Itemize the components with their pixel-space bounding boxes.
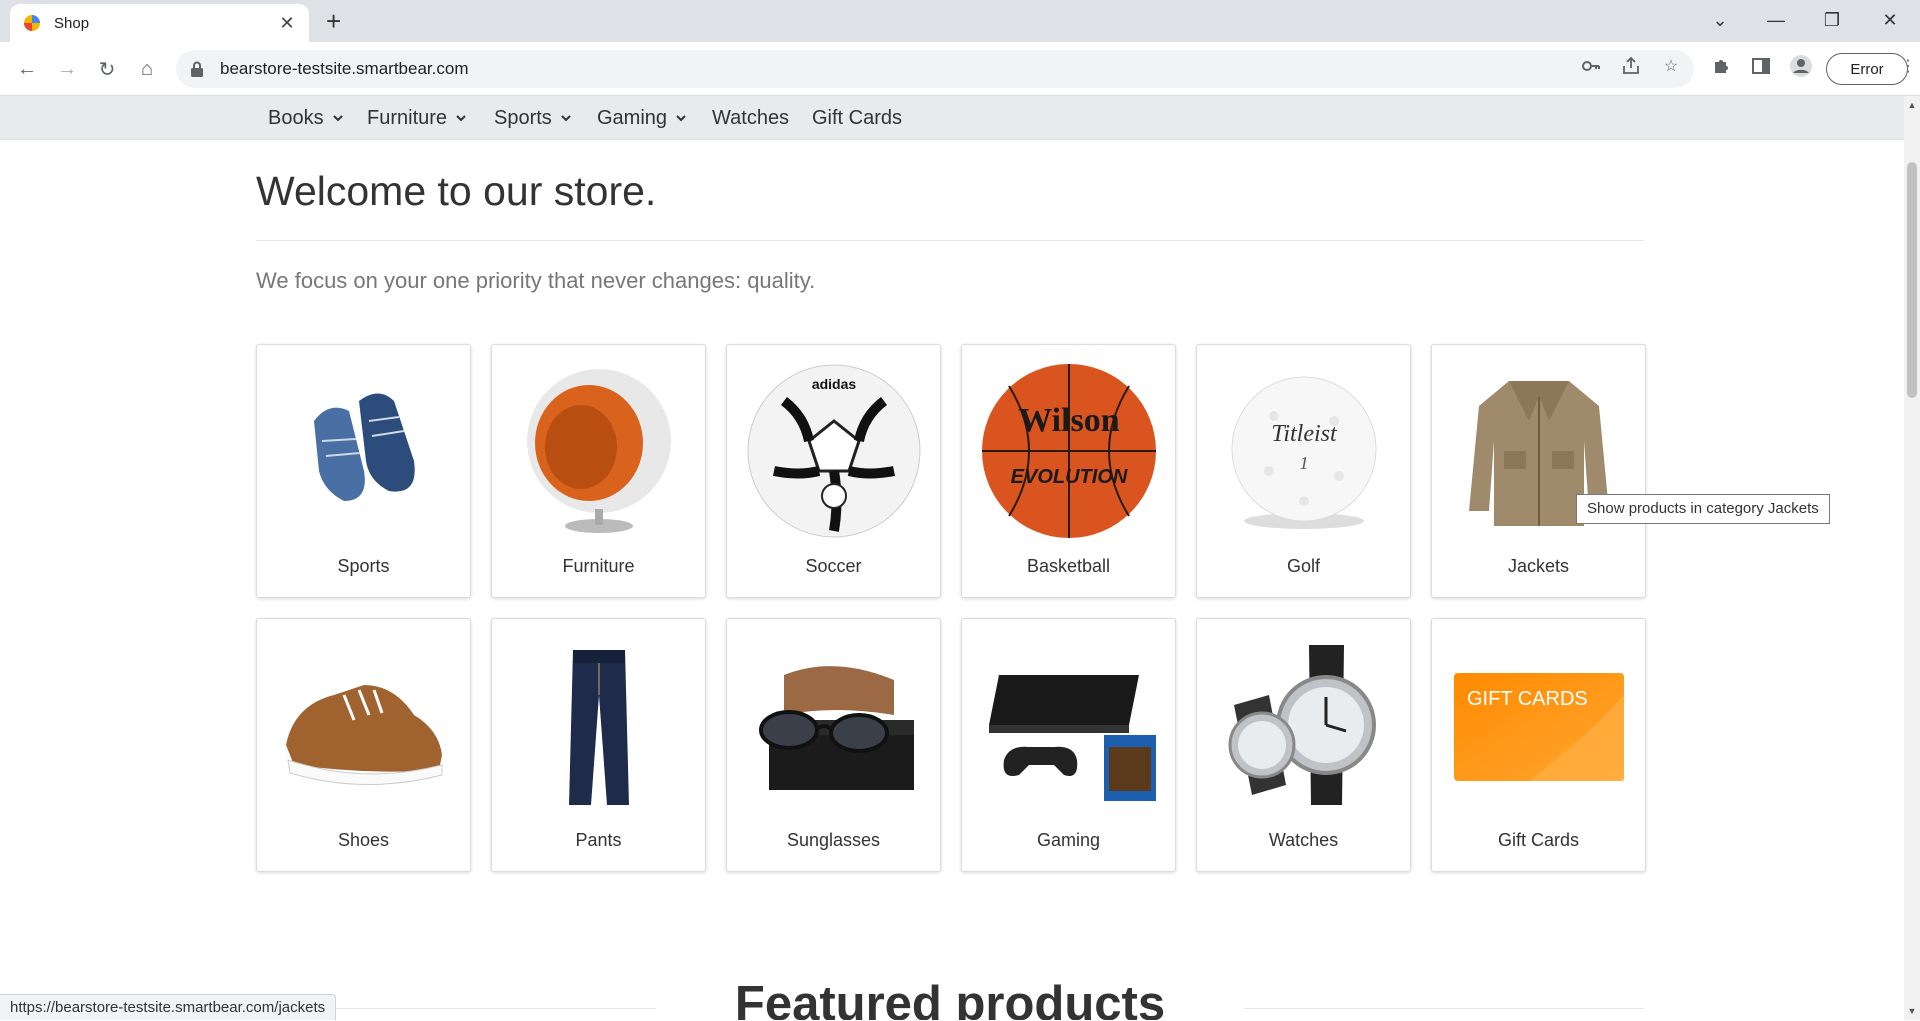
category-label: Watches xyxy=(1268,830,1339,850)
tab-title: Shop xyxy=(54,14,90,32)
category-label: Shoes xyxy=(337,830,390,850)
category-label: Golf xyxy=(1286,556,1320,576)
status-bar-url: https://bearstore-testsite.smartbear.com… xyxy=(0,994,337,1020)
key-icon[interactable] xyxy=(1576,51,1606,81)
category-label: Gift Cards xyxy=(1497,830,1580,850)
profile-avatar-icon[interactable] xyxy=(1786,51,1816,81)
category-nav-bar: Books Furniture Sports Gaming Watches Gi… xyxy=(0,96,1904,140)
home-icon[interactable]: ⌂ xyxy=(134,56,160,82)
bookmark-star-icon[interactable]: ☆ xyxy=(1656,51,1686,81)
tagline: We focus on your one priority that never… xyxy=(256,268,816,293)
scroll-down-icon[interactable]: ▼ xyxy=(1907,1006,1917,1016)
nav-item-gift-cards[interactable]: Gift Cards xyxy=(812,96,902,140)
browser-toolbar: ← → ↻ ⌂ bearstore-testsite.smartbear.com… xyxy=(0,42,1920,96)
nav-item-gaming[interactable]: Gaming xyxy=(597,96,687,140)
nav-item-sports[interactable]: Sports xyxy=(494,96,572,140)
svg-text:Wilson: Wilson xyxy=(1018,402,1120,439)
nav-item-watches[interactable]: Watches xyxy=(712,96,789,140)
category-card-gaming[interactable]: Gaming xyxy=(961,618,1176,872)
category-label: Furniture xyxy=(562,556,635,576)
category-label: Basketball xyxy=(1026,556,1111,576)
console-image xyxy=(989,675,1156,801)
category-card-basketball[interactable]: Wilson EVOLUTION Basketball xyxy=(961,344,1176,598)
nav-label: Furniture xyxy=(367,107,448,129)
watches-image xyxy=(1228,645,1376,805)
nav-item-furniture[interactable]: Furniture xyxy=(367,96,467,140)
url-text: bearstore-testsite.smartbear.com xyxy=(220,59,469,78)
jeans-image xyxy=(569,650,629,805)
featured-products-heading: Featured products xyxy=(734,977,1166,1020)
category-label: Sports xyxy=(337,556,390,576)
category-card-golf[interactable]: Titleist 1 Golf xyxy=(1196,344,1411,598)
golf-ball-image: Titleist 1 xyxy=(1231,376,1377,529)
svg-text:EVOLUTION: EVOLUTION xyxy=(1011,466,1128,488)
page-scrollbar[interactable]: ▲ ▼ xyxy=(1904,96,1920,1020)
svg-text:adidas: adidas xyxy=(812,376,857,392)
category-label: Jackets xyxy=(1507,556,1570,576)
forward-icon[interactable]: → xyxy=(54,56,80,82)
extensions-puzzle-icon[interactable] xyxy=(1706,51,1736,81)
browser-tab-strip: Shop ✕ + ⌄ — ❐ ✕ xyxy=(0,0,1920,42)
nav-label: Gift Cards xyxy=(812,107,903,129)
gift-card-image: GIFT CARDS xyxy=(1454,673,1624,781)
svg-text:GIFT CARDS: GIFT CARDS xyxy=(1467,688,1588,710)
lock-icon xyxy=(191,61,203,77)
soccer-ball-image: adidas xyxy=(747,364,921,538)
site-favicon-icon xyxy=(24,15,40,31)
category-card-sunglasses[interactable]: Sunglasses xyxy=(726,618,941,872)
window-close-icon[interactable]: ✕ xyxy=(1870,6,1910,34)
category-card-pants[interactable]: Pants xyxy=(491,618,706,872)
scroll-up-icon[interactable]: ▲ xyxy=(1907,100,1917,110)
nav-label: Watches xyxy=(712,107,790,129)
category-card-watches[interactable]: Watches xyxy=(1196,618,1411,872)
chevron-down-icon xyxy=(332,115,343,122)
category-label: Soccer xyxy=(805,556,862,576)
share-icon[interactable] xyxy=(1616,51,1646,81)
sneakers-image xyxy=(314,393,415,501)
category-label: Gaming xyxy=(1036,830,1101,850)
category-card-jackets[interactable]: Jackets xyxy=(1431,344,1646,598)
page-title: Welcome to our store. xyxy=(256,168,657,214)
category-label: Pants xyxy=(575,830,622,850)
new-tab-icon[interactable]: + xyxy=(326,8,341,34)
nav-label: Sports xyxy=(494,107,552,129)
side-panel-icon[interactable] xyxy=(1746,51,1776,81)
reload-icon[interactable]: ↻ xyxy=(94,56,120,82)
profile-error-button[interactable]: Error xyxy=(1826,53,1908,85)
svg-text:Titleist: Titleist xyxy=(1271,421,1338,447)
category-card-shoes[interactable]: Shoes xyxy=(256,618,471,872)
back-icon[interactable]: ← xyxy=(14,56,40,82)
scrollbar-thumb[interactable] xyxy=(1907,162,1917,398)
page-viewport: Books Furniture Sports Gaming Watches Gi… xyxy=(0,96,1904,1020)
chevron-down-icon xyxy=(456,115,466,122)
ball-chair-image xyxy=(527,369,671,533)
nav-label: Books xyxy=(268,107,324,129)
category-tooltip: Show products in category Jackets xyxy=(1576,494,1830,524)
divider xyxy=(256,240,1644,241)
shoe-image xyxy=(286,685,443,786)
restore-icon[interactable]: ❐ xyxy=(1812,6,1852,34)
tab-search-icon[interactable]: ⌄ xyxy=(1700,6,1740,34)
address-bar[interactable]: bearstore-testsite.smartbear.com xyxy=(176,50,1694,88)
nav-label: Gaming xyxy=(597,107,668,129)
category-card-sports[interactable]: Sports xyxy=(256,344,471,598)
basketball-image: Wilson EVOLUTION xyxy=(982,364,1156,538)
chevron-down-icon xyxy=(561,115,571,122)
browser-tab[interactable]: Shop ✕ xyxy=(10,4,309,42)
category-card-gift-cards[interactable]: GIFT CARDS Gift Cards xyxy=(1431,618,1646,872)
category-label: Sunglasses xyxy=(786,830,881,850)
sunglasses-image xyxy=(759,666,914,790)
chevron-down-icon xyxy=(676,115,686,122)
category-card-furniture[interactable]: Furniture xyxy=(491,344,706,598)
svg-text:1: 1 xyxy=(1300,453,1309,473)
nav-item-books[interactable]: Books xyxy=(268,96,344,140)
tab-close-icon[interactable]: ✕ xyxy=(277,13,297,34)
minimize-icon[interactable]: — xyxy=(1756,6,1796,34)
category-card-soccer[interactable]: adidas Soccer xyxy=(726,344,941,598)
menu-kebab-icon[interactable]: ⋮ xyxy=(1898,51,1918,81)
